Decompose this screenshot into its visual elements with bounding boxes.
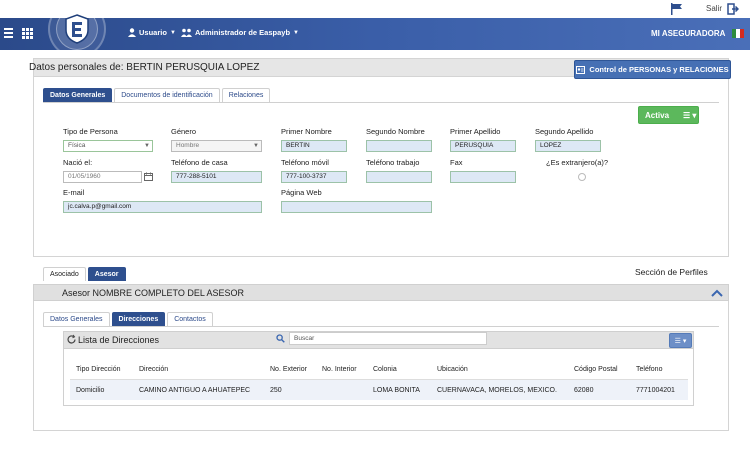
tab-asociado[interactable]: Asociado	[43, 267, 86, 281]
cell-direccion: CAMINO ANTIGUO A AHUATEPEC	[139, 387, 251, 394]
page-title: Datos personales de: BERTIN PERUSQUIA LO…	[29, 62, 260, 73]
cell-ubicacion: CUERNAVACA, MORELOS, MEXICO.	[437, 387, 557, 394]
company-logo-icon[interactable]	[64, 14, 90, 44]
chevron-down-icon: ▼	[169, 29, 176, 36]
asesor-title: Asesor NOMBRE COMPLETO DEL ASESOR	[62, 288, 245, 298]
tel-trabajo-input[interactable]	[366, 171, 432, 183]
apps-grid-icon[interactable]	[22, 28, 33, 39]
cell-no-exterior: 250	[270, 387, 282, 394]
list-menu-icon: ☰ ▾	[683, 110, 697, 120]
tel-trabajo-label: Teléfono trabajo	[366, 158, 420, 167]
tab-asesor-contactos[interactable]: Contactos	[167, 312, 213, 326]
tel-casa-label: Teléfono de casa	[171, 158, 228, 167]
persona-tabs: Datos Generales Documentos de identifica…	[43, 88, 272, 102]
col-no-exterior: No. Exterior	[270, 366, 307, 373]
nacio-date-input[interactable]: 01/05/1960	[63, 171, 142, 183]
tab-asesor-direcciones[interactable]: Direcciones	[111, 312, 166, 326]
primer-nombre-label: Primer Nombre	[281, 127, 332, 136]
tab-relaciones[interactable]: Relaciones	[221, 88, 271, 102]
email-label: E-mail	[63, 188, 85, 197]
control-personas-button[interactable]: Control de PERSONAS y RELACIONES	[574, 60, 731, 79]
usuario-label: Usuario	[139, 28, 167, 37]
usuario-menu[interactable]: Usuario ▼	[128, 28, 176, 37]
col-ubicacion: Ubicación	[437, 366, 468, 373]
main-navbar: Usuario ▼ Administrador de Easpayb ▼ MI …	[0, 18, 750, 50]
segundo-apellido-label: Segundo Apellido	[535, 127, 594, 136]
chevron-up-icon[interactable]	[711, 289, 723, 297]
refresh-icon[interactable]	[66, 334, 77, 345]
status-label: Activa	[645, 110, 670, 120]
tipo-persona-label: Tipo de Persona	[63, 127, 118, 136]
utility-bar: Salir	[0, 0, 750, 18]
calendar-icon[interactable]	[144, 172, 153, 181]
col-direccion: Dirección	[139, 366, 169, 373]
status-button[interactable]: Activa ☰ ▾	[638, 106, 699, 124]
users-icon	[181, 28, 192, 37]
list-menu-icon: ☰ ▾	[674, 337, 687, 345]
col-telefono: Teléfono	[636, 366, 663, 373]
direcciones-title: Lista de Direcciones	[78, 335, 160, 345]
search-icon	[276, 334, 285, 343]
segundo-nombre-label: Segundo Nombre	[366, 127, 425, 136]
salir-link[interactable]: Salir	[706, 4, 722, 13]
primer-nombre-input[interactable]: BERTIN	[281, 140, 347, 152]
direcciones-menu-button[interactable]: ☰ ▾	[669, 333, 692, 348]
chevron-down-icon: ▼	[293, 29, 299, 36]
chevron-down-icon: ▼	[253, 143, 259, 149]
tipo-persona-select[interactable]: Física ▼	[63, 140, 153, 152]
cell-tipo-direccion: Domicilio	[76, 387, 105, 394]
chevron-down-icon: ▼	[144, 143, 150, 149]
primer-apellido-input[interactable]: PERUSQUIA	[450, 140, 516, 152]
search-input[interactable]: Buscar	[289, 332, 487, 345]
genero-select[interactable]: Hombre ▼	[171, 140, 262, 152]
cell-codigo-postal: 62080	[574, 387, 594, 394]
tab-documentos[interactable]: Documentos de identificación	[114, 88, 220, 102]
tab-datos-generales[interactable]: Datos Generales	[43, 88, 113, 102]
admin-menu[interactable]: Administrador de Easpayb ▼	[181, 28, 299, 37]
web-label: Página Web	[281, 188, 322, 197]
id-card-icon	[576, 65, 586, 74]
logout-icon[interactable]	[727, 3, 739, 15]
extranjero-radio[interactable]	[578, 173, 586, 181]
perfiles-section-label: Sección de Perfiles	[635, 267, 708, 277]
col-tipo-direccion: Tipo Dirección	[76, 366, 121, 373]
col-codigo-postal: Código Postal	[574, 366, 618, 373]
genero-value: Hombre	[176, 142, 200, 149]
fax-label: Fax	[450, 158, 463, 167]
user-icon	[128, 28, 136, 37]
nacio-label: Nació el:	[63, 158, 93, 167]
asesor-tabs: Datos Generales Direcciones Contactos	[43, 312, 215, 326]
genero-label: Género	[171, 127, 197, 136]
tel-casa-input[interactable]: 777-288-5101	[171, 171, 262, 183]
asesor-tabs-divider	[43, 326, 719, 327]
tel-movil-label: Teléfono móvil	[281, 158, 329, 167]
extranjero-label: ¿Es extranjero(a)?	[546, 158, 609, 167]
tabs-divider	[43, 102, 719, 103]
perfiles-tabs: Asociado Asesor	[43, 267, 128, 281]
primer-apellido-label: Primer Apellido	[450, 127, 501, 136]
mexico-flag-icon	[732, 29, 744, 38]
brand-label: MI ASEGURADORA	[651, 29, 726, 38]
cell-telefono: 7771004201	[636, 387, 675, 394]
flag-icon[interactable]	[670, 3, 684, 15]
tipo-persona-value: Física	[68, 142, 86, 149]
menu-icon[interactable]	[4, 28, 13, 39]
email-input[interactable]: jc.calva.p@gmail.com	[63, 201, 262, 213]
tel-movil-input[interactable]: 777-100-3737	[281, 171, 347, 183]
web-input[interactable]	[281, 201, 432, 213]
segundo-apellido-input[interactable]: LOPEZ	[535, 140, 601, 152]
col-colonia: Colonia	[373, 366, 397, 373]
fax-input[interactable]	[450, 171, 516, 183]
cell-colonia: LOMA BONITA	[373, 387, 420, 394]
tab-asesor[interactable]: Asesor	[87, 267, 126, 281]
control-personas-label: Control de PERSONAS y RELACIONES	[589, 65, 729, 74]
admin-label: Administrador de Easpayb	[195, 28, 291, 37]
tab-asesor-datos-generales[interactable]: Datos Generales	[43, 312, 110, 326]
col-no-interior: No. Interior	[322, 366, 357, 373]
segundo-nombre-input[interactable]	[366, 140, 432, 152]
